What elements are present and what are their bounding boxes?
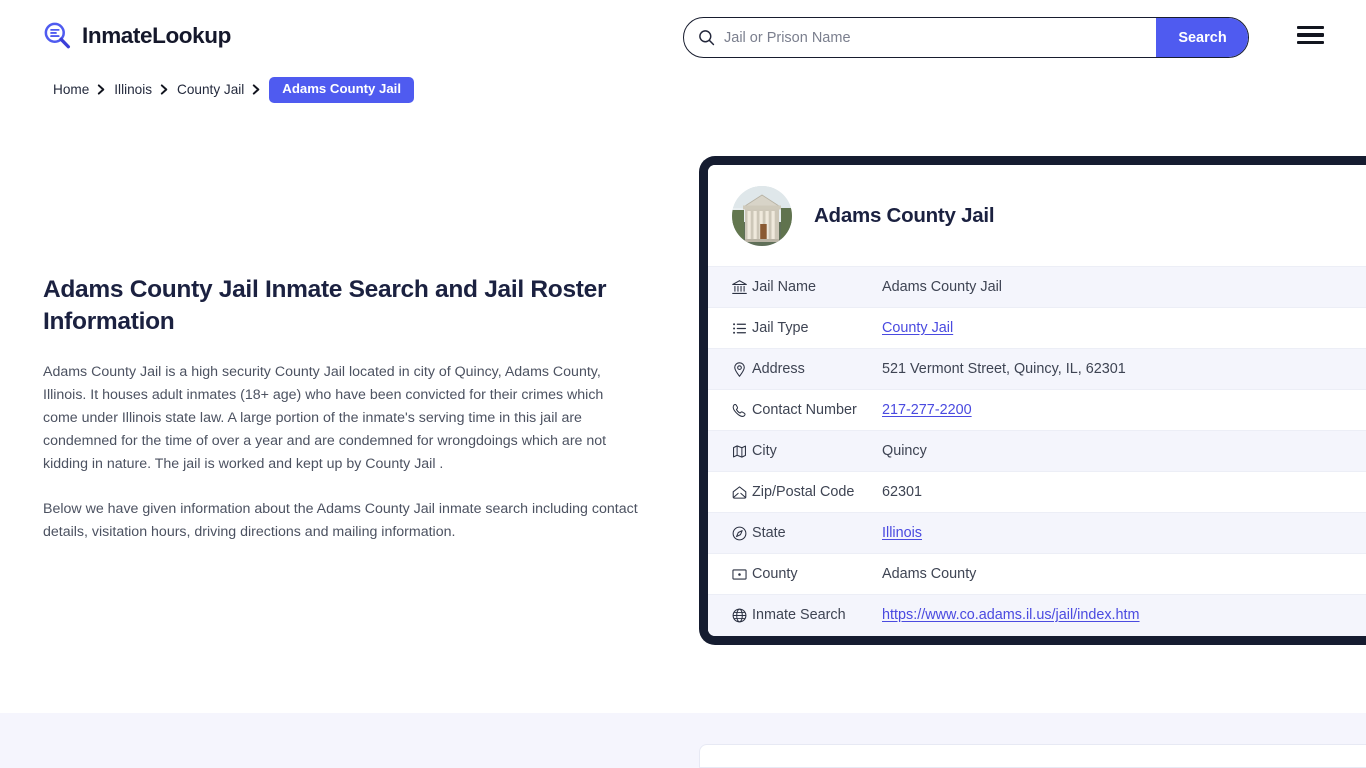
courthouse-building-illustration	[732, 186, 792, 246]
courthouse-building-photo	[732, 186, 792, 246]
table-row: Zip/Postal Code 62301	[708, 471, 1366, 513]
article-paragraph-2: Below we have given information about th…	[43, 500, 638, 540]
table-row: City Quincy	[708, 430, 1366, 472]
row-icon-cell	[708, 266, 752, 308]
breadcrumb-current-page: Adams County Jail	[269, 77, 415, 103]
table-row: Address 521 Vermont Street, Quincy, IL, …	[708, 348, 1366, 390]
county-map-icon	[732, 568, 747, 580]
jail-info-card-header: Adams County Jail	[708, 165, 1366, 266]
row-label: State	[752, 512, 882, 554]
site-header: InmateLookup Search	[0, 0, 1366, 72]
row-label: City	[752, 430, 882, 472]
jail-info-card-title: Adams County Jail	[814, 204, 995, 227]
row-label: Jail Name	[752, 266, 882, 308]
row-label: Contact Number	[752, 389, 882, 431]
page-root: InmateLookup Search Home Illinois County…	[0, 0, 1366, 768]
row-icon-cell	[708, 430, 752, 472]
row-value: Adams County Jail	[882, 266, 1366, 308]
row-label: Jail Type	[752, 307, 882, 349]
breadcrumb-item-home[interactable]: Home	[53, 82, 89, 97]
hamburger-menu-icon[interactable]	[1297, 24, 1324, 46]
row-icon-cell	[708, 471, 752, 513]
row-icon-cell	[708, 512, 752, 554]
row-value: Adams County	[882, 553, 1366, 595]
hamburger-bar	[1297, 33, 1324, 37]
row-icon-cell	[708, 348, 752, 390]
inmate-search-link[interactable]: https://www.co.adams.il.us/jail/index.ht…	[882, 607, 1140, 623]
chevron-right-icon	[253, 84, 260, 95]
site-logo-text: InmateLookup	[82, 22, 231, 48]
row-value: 62301	[882, 471, 1366, 513]
article-paragraph-1: Adams County Jail is a high security Cou…	[43, 363, 607, 472]
map-pin-icon	[734, 361, 745, 377]
search-button[interactable]: Search	[1156, 18, 1248, 57]
table-row: Jail Type County Jail	[708, 307, 1366, 349]
chevron-right-icon	[98, 84, 105, 95]
next-section-card-peek	[699, 744, 1366, 768]
contact-number-link[interactable]: 217-277-2200	[882, 402, 972, 418]
table-row: Contact Number 217-277-2200	[708, 389, 1366, 431]
row-label: County	[752, 553, 882, 595]
row-icon-cell	[708, 307, 752, 349]
site-logo[interactable]: InmateLookup	[42, 20, 231, 51]
jail-info-card: Adams County Jail Jail Name Adams County…	[699, 156, 1366, 645]
globe-icon	[732, 608, 747, 623]
bank-icon	[732, 279, 747, 294]
map-icon	[733, 444, 746, 458]
article-section: Adams County Jail Inmate Search and Jail…	[43, 274, 640, 544]
page-title: Adams County Jail Inmate Search and Jail…	[43, 276, 607, 336]
compass-icon	[732, 526, 747, 540]
chevron-right-icon	[160, 84, 168, 95]
row-value: Quincy	[882, 430, 1366, 472]
magnifier-list-icon	[44, 22, 70, 49]
row-value: https://www.co.adams.il.us/jail/index.ht…	[882, 594, 1366, 636]
row-label: Inmate Search	[752, 594, 882, 636]
jail-type-link[interactable]: County Jail	[882, 320, 953, 336]
row-label: Zip/Postal Code	[752, 471, 882, 513]
table-row: County Adams County	[708, 553, 1366, 595]
breadcrumb-item-illinois[interactable]: Illinois	[114, 82, 152, 97]
state-link[interactable]: Illinois	[882, 525, 922, 541]
row-icon-cell	[708, 553, 752, 595]
list-icon	[733, 322, 747, 334]
row-value: County Jail	[882, 307, 1366, 349]
breadcrumb-item-county-jail[interactable]: County Jail	[177, 82, 244, 97]
breadcrumb: Home Illinois County Jail Adams County J…	[53, 77, 415, 103]
table-row: Inmate Search https://www.co.adams.il.us…	[708, 594, 1366, 636]
table-row: State Illinois	[708, 512, 1366, 554]
row-value: 521 Vermont Street, Quincy, IL, 62301	[882, 348, 1366, 390]
table-row: Jail Name Adams County Jail	[708, 266, 1366, 308]
search-bar[interactable]: Search	[683, 17, 1249, 58]
row-icon-cell	[708, 389, 752, 431]
search-icon	[699, 30, 715, 46]
envelope-icon	[732, 485, 747, 499]
phone-icon	[732, 403, 746, 417]
row-icon-cell	[708, 594, 752, 636]
row-value: Illinois	[882, 512, 1366, 554]
row-value: 217-277-2200	[882, 389, 1366, 431]
hamburger-bar	[1297, 40, 1324, 44]
search-input[interactable]	[724, 18, 1156, 57]
row-label: Address	[752, 348, 882, 390]
jail-details-table: Jail Name Adams County Jail Jail Type Co…	[708, 266, 1366, 636]
hamburger-bar	[1297, 26, 1324, 30]
